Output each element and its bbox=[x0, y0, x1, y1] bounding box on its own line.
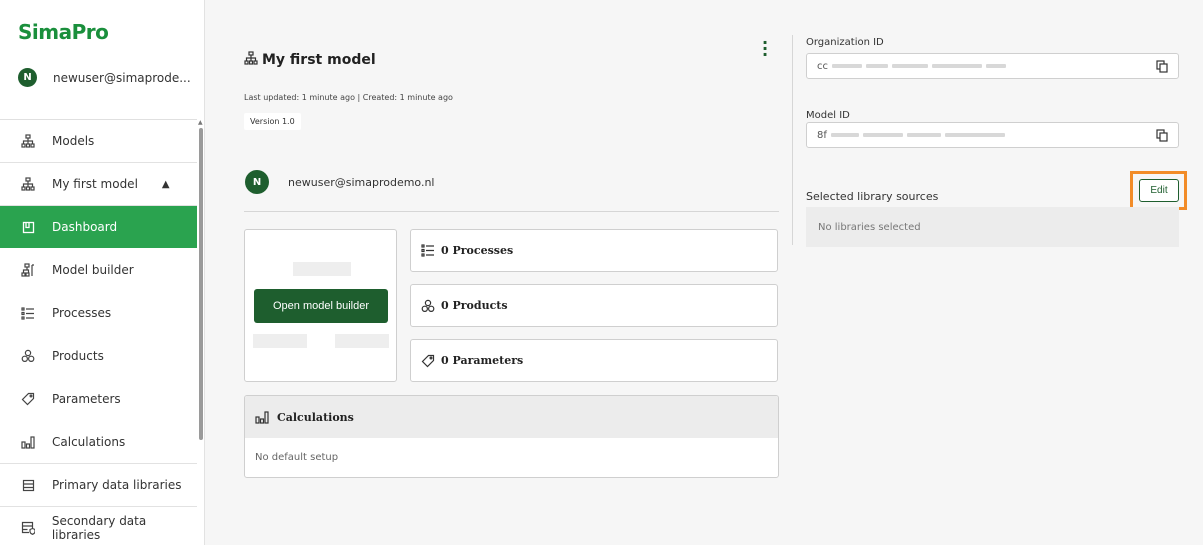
bar-chart-icon bbox=[20, 434, 36, 450]
boxes-icon bbox=[421, 299, 435, 313]
redacted-value bbox=[866, 64, 888, 68]
sidebar: SimaPro N newuser@simaprode... Models My… bbox=[0, 0, 205, 545]
sidebar-item-label: Calculations bbox=[52, 435, 126, 449]
sidebar-item-model-builder[interactable]: Model builder bbox=[0, 249, 197, 292]
avatar: N bbox=[18, 68, 37, 87]
sidebar-item-parameters[interactable]: Parameters bbox=[0, 378, 197, 421]
open-model-builder-button[interactable]: Open model builder bbox=[254, 289, 388, 323]
no-default-setup-text: No default setup bbox=[255, 452, 339, 463]
sidebar-scrollbar[interactable] bbox=[199, 128, 203, 440]
version-badge: Version 1.0 bbox=[244, 113, 301, 130]
list-icon bbox=[421, 244, 435, 257]
divider bbox=[244, 211, 779, 212]
organization-id-value: cc bbox=[817, 60, 828, 72]
sidebar-item-label: Parameters bbox=[52, 392, 121, 406]
model-builder-icon bbox=[20, 262, 36, 278]
sidebar-item-secondary-data-libraries[interactable]: Secondary data libraries bbox=[0, 507, 197, 545]
sidebar-item-label: Models bbox=[52, 134, 95, 148]
tag-icon bbox=[421, 354, 435, 368]
hierarchy-icon bbox=[20, 176, 36, 192]
processes-card[interactable]: 0 Processes bbox=[410, 229, 778, 272]
calculations-card[interactable]: Calculations No default setup bbox=[244, 395, 779, 478]
hierarchy-icon bbox=[244, 51, 258, 69]
last-updated-text: Last updated: 1 minute ago | Created: 1 … bbox=[244, 93, 453, 102]
redacted-value bbox=[986, 64, 1006, 68]
hierarchy-icon bbox=[20, 133, 36, 149]
sidebar-item-label: Primary data libraries bbox=[52, 478, 182, 492]
redacted-value bbox=[862, 133, 903, 137]
redacted-value bbox=[906, 133, 941, 137]
sidebar-item-label: Products bbox=[52, 349, 104, 363]
sidebar-item-label: Dashboard bbox=[52, 220, 118, 234]
sidebar-item-label: My first model bbox=[52, 177, 138, 191]
tag-icon bbox=[20, 391, 36, 407]
bar-chart-icon bbox=[255, 410, 269, 424]
scroll-up-arrow-icon[interactable]: ▲ bbox=[198, 119, 203, 126]
selected-library-sources-label: Selected library sources bbox=[806, 190, 939, 203]
table-shield-icon bbox=[20, 520, 36, 536]
redacted-value bbox=[932, 64, 982, 68]
simapro-logo[interactable]: SimaPro bbox=[18, 20, 109, 44]
chevron-up-icon[interactable]: ▲ bbox=[162, 179, 170, 190]
user-email: newuser@simaprode... bbox=[53, 70, 191, 85]
calculations-title: Calculations bbox=[277, 410, 354, 424]
sidebar-item-dashboard[interactable]: Dashboard bbox=[0, 206, 197, 249]
avatar: N bbox=[245, 170, 269, 194]
parameters-count: 0 Parameters bbox=[441, 354, 524, 367]
sidebar-item-primary-data-libraries[interactable]: Primary data libraries bbox=[0, 464, 197, 507]
no-libraries-text: No libraries selected bbox=[818, 221, 921, 233]
products-card[interactable]: 0 Products bbox=[410, 284, 778, 327]
model-id-label: Model ID bbox=[806, 110, 850, 121]
table-icon bbox=[20, 477, 36, 493]
model-builder-card: Open model builder bbox=[244, 229, 397, 382]
model-title-text: My first model bbox=[262, 52, 376, 68]
sidebar-item-models[interactable]: Models bbox=[0, 120, 197, 163]
copy-icon[interactable] bbox=[1156, 129, 1168, 145]
list-icon bbox=[20, 305, 36, 321]
edit-button[interactable]: Edit bbox=[1139, 179, 1179, 202]
more-options-icon[interactable]: · · · bbox=[760, 35, 770, 63]
divider bbox=[792, 35, 793, 245]
sidebar-item-label: Secondary data libraries bbox=[51, 514, 147, 542]
sidebar-nav: Models My first model ▲ Dashboard Model … bbox=[0, 120, 197, 545]
dashboard-icon bbox=[20, 219, 36, 235]
processes-count: 0 Processes bbox=[441, 244, 514, 257]
products-count: 0 Products bbox=[441, 299, 508, 312]
sidebar-item-my-first-model[interactable]: My first model ▲ bbox=[0, 163, 197, 206]
placeholder-node bbox=[293, 262, 351, 276]
model-id-value: 8f bbox=[817, 129, 827, 141]
copy-icon[interactable] bbox=[1156, 60, 1168, 76]
sidebar-item-label: Model builder bbox=[52, 263, 134, 277]
page-title: My first model bbox=[244, 51, 376, 69]
model-id-field[interactable]: 8f bbox=[806, 122, 1179, 148]
organization-id-label: Organization ID bbox=[806, 37, 884, 48]
redacted-value bbox=[830, 133, 859, 137]
sidebar-item-label: Processes bbox=[52, 306, 112, 320]
calculations-header: Calculations bbox=[245, 396, 778, 438]
sidebar-item-products[interactable]: Products bbox=[0, 335, 197, 378]
organization-id-field[interactable]: cc bbox=[806, 53, 1179, 79]
parameters-card[interactable]: 0 Parameters bbox=[410, 339, 778, 382]
library-sources-box: No libraries selected bbox=[806, 207, 1179, 247]
redacted-value bbox=[892, 64, 928, 68]
redacted-value bbox=[944, 133, 1005, 137]
boxes-icon bbox=[20, 348, 36, 364]
sidebar-item-calculations[interactable]: Calculations bbox=[0, 421, 197, 464]
sidebar-item-processes[interactable]: Processes bbox=[0, 292, 197, 335]
user-account[interactable]: N newuser@simaprode... bbox=[18, 68, 191, 87]
placeholder-node bbox=[335, 334, 389, 348]
model-owner: N newuser@simaprodemo.nl bbox=[245, 170, 435, 194]
owner-email: newuser@simaprodemo.nl bbox=[288, 175, 435, 189]
placeholder-node bbox=[253, 334, 307, 348]
highlight-box: Edit bbox=[1130, 171, 1187, 210]
redacted-value bbox=[832, 64, 862, 68]
